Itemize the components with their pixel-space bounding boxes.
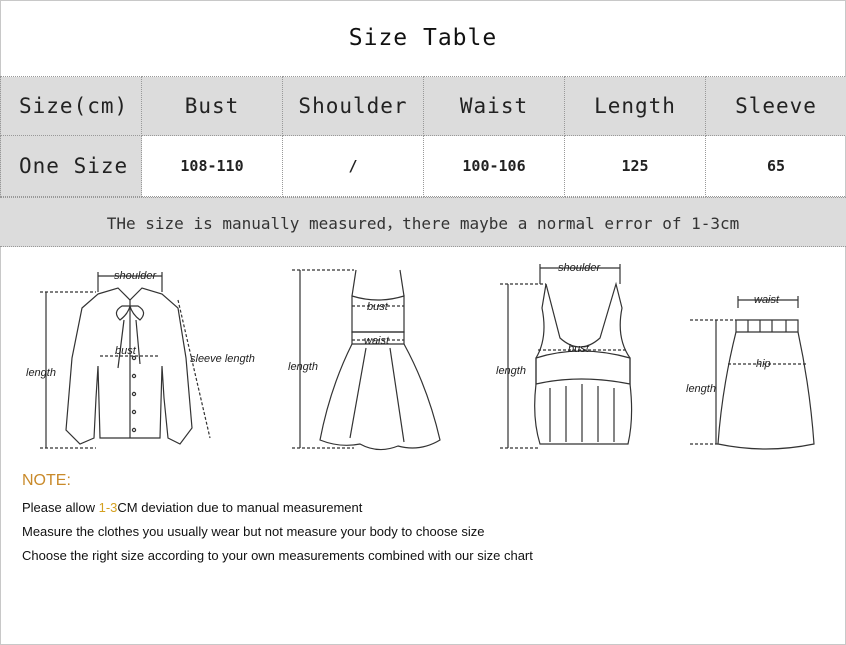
shirt-shoulder-label: shoulder [114,270,158,282]
header-length: Length [564,76,706,136]
dress-bust-label: bust [367,301,389,313]
cell-bust: 108-110 [141,135,283,197]
shirt-bust-label: bust [115,345,137,357]
skirt-hip-label: hip [756,358,771,370]
row-size-label: One Size [0,135,142,197]
note-line-1-pre: Please allow [22,500,99,515]
measurement-diagrams: shoulder bust length sleeve length bust … [0,248,846,470]
cell-shoulder: / [282,135,424,197]
header-sleeve: Sleeve [705,76,846,136]
note-line-1-post: CM deviation due to manual measurement [117,500,363,515]
notes-section: NOTE: Please allow 1-3CM deviation due t… [22,472,822,572]
note-line-3: Choose the right size according to your … [22,548,533,563]
shirt-length-label: length [26,367,56,379]
skirt-waist-label: waist [754,294,780,306]
note-line-1-highlight: 1-3 [98,500,118,515]
dress-waist-label: waist [364,335,390,347]
dress-diagram [292,269,441,451]
cell-sleeve: 65 [705,135,846,197]
shirt-diagram [40,272,211,449]
tank-diagram [500,264,633,449]
tank-length-label: length [496,365,526,377]
dress-length-label: length [288,361,318,373]
skirt-diagram [690,296,815,450]
cell-waist: 100-106 [423,135,565,197]
size-table-row: One Size 108-110 / 100-106 125 65 [0,135,846,197]
header-size: Size(cm) [0,76,142,136]
tank-bust-label: bust [568,343,590,355]
measurement-note-bar: THe size is manually measured，there mayb… [0,197,846,247]
size-table: Size(cm) Bust Shoulder Waist Length Slee… [0,76,846,197]
header-waist: Waist [423,76,565,136]
note-heading: NOTE: [22,472,71,489]
size-table-header-row: Size(cm) Bust Shoulder Waist Length Slee… [0,76,846,136]
cell-length: 125 [564,135,706,197]
note-line-2: Measure the clothes you usually wear but… [22,524,485,539]
page-title: Size Table [348,25,498,51]
tank-shoulder-label: shoulder [558,262,602,274]
header-shoulder: Shoulder [282,76,424,136]
skirt-length-label: length [686,383,716,395]
shirt-sleeve-label: sleeve length [190,353,255,365]
note-line-1: Please allow 1-3CM deviation due to manu… [22,500,822,515]
header-bust: Bust [141,76,283,136]
